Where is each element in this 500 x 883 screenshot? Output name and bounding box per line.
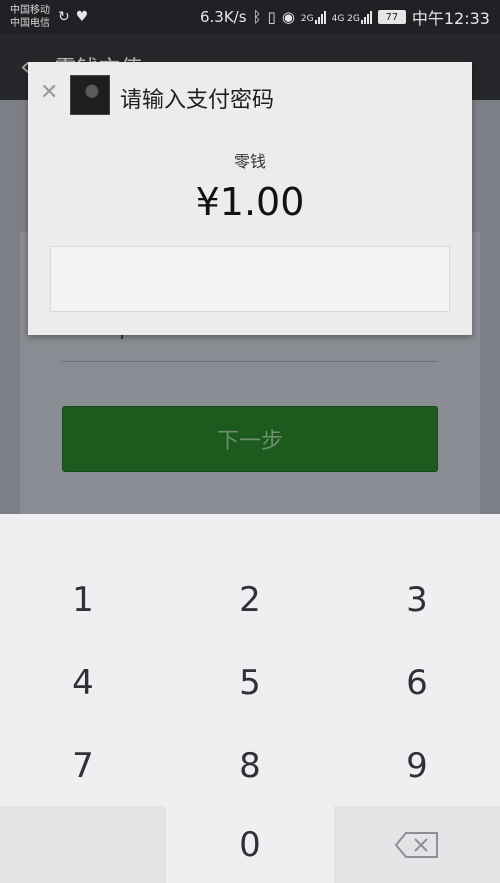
eye-icon: ◉ bbox=[281, 8, 295, 26]
password-input[interactable] bbox=[50, 246, 450, 312]
key-8[interactable]: 8 bbox=[167, 724, 333, 807]
payment-amount: ¥1.00 bbox=[195, 180, 305, 224]
carrier-1: 中国移动 bbox=[10, 5, 50, 16]
carrier-info: 中国移动 中国电信 bbox=[10, 4, 50, 30]
status-right: 6.3K/s ᛒ ▯ ◉ 2G 4G 2G 77 中午12:33 bbox=[200, 5, 490, 29]
signal-2-label: 4G 2G bbox=[331, 13, 360, 24]
dialog-title: 请输入支付密码 bbox=[120, 88, 275, 113]
carrier-2: 中国电信 bbox=[10, 18, 50, 29]
clock: 中午12:33 bbox=[411, 9, 490, 28]
key-0[interactable]: 0 bbox=[167, 806, 333, 883]
numeric-keypad: 1 2 3 4 5 6 7 8 9 0 bbox=[0, 514, 500, 883]
avatar bbox=[70, 75, 110, 115]
key-3[interactable]: 3 bbox=[334, 558, 500, 641]
key-4[interactable]: 4 bbox=[0, 641, 166, 724]
payment-method-label: 零钱 bbox=[233, 152, 266, 171]
delete-key[interactable] bbox=[334, 806, 500, 883]
battery-icon: 77 bbox=[377, 10, 406, 24]
key-2[interactable]: 2 bbox=[167, 558, 333, 641]
payment-password-dialog: ✕ 请输入支付密码 零钱 ¥1.00 bbox=[28, 62, 472, 335]
signal-1-label: 2G bbox=[300, 13, 314, 24]
status-icons-left: ↻ ♥ bbox=[58, 9, 88, 25]
backspace-icon bbox=[394, 831, 438, 858]
sync-icon: ↻ bbox=[58, 9, 70, 25]
key-6[interactable]: 6 bbox=[334, 641, 500, 724]
vibrate-icon: ▯ bbox=[267, 8, 276, 26]
signal-1-icon: 2G bbox=[300, 10, 326, 24]
key-1[interactable]: 1 bbox=[0, 558, 166, 641]
status-bar: 中国移动 中国电信 ↻ ♥ 6.3K/s ᛒ ▯ ◉ 2G 4G 2G 77 中… bbox=[0, 0, 500, 34]
next-step-button[interactable]: 下一步 bbox=[62, 406, 438, 472]
amount-input-underline bbox=[62, 361, 438, 362]
key-9[interactable]: 9 bbox=[334, 724, 500, 807]
signal-2-icon: 4G 2G bbox=[331, 10, 372, 24]
bluetooth-icon: ᛒ bbox=[252, 8, 262, 26]
close-icon[interactable]: ✕ bbox=[40, 82, 58, 104]
key-5[interactable]: 5 bbox=[167, 641, 333, 724]
key-blank bbox=[0, 806, 166, 883]
screen: 中国移动 中国电信 ↻ ♥ 6.3K/s ᛒ ▯ ◉ 2G 4G 2G 77 中… bbox=[0, 0, 500, 883]
net-speed: 6.3K/s bbox=[199, 8, 247, 26]
key-7[interactable]: 7 bbox=[0, 724, 166, 807]
heart-rate-icon: ♥ bbox=[75, 9, 89, 25]
